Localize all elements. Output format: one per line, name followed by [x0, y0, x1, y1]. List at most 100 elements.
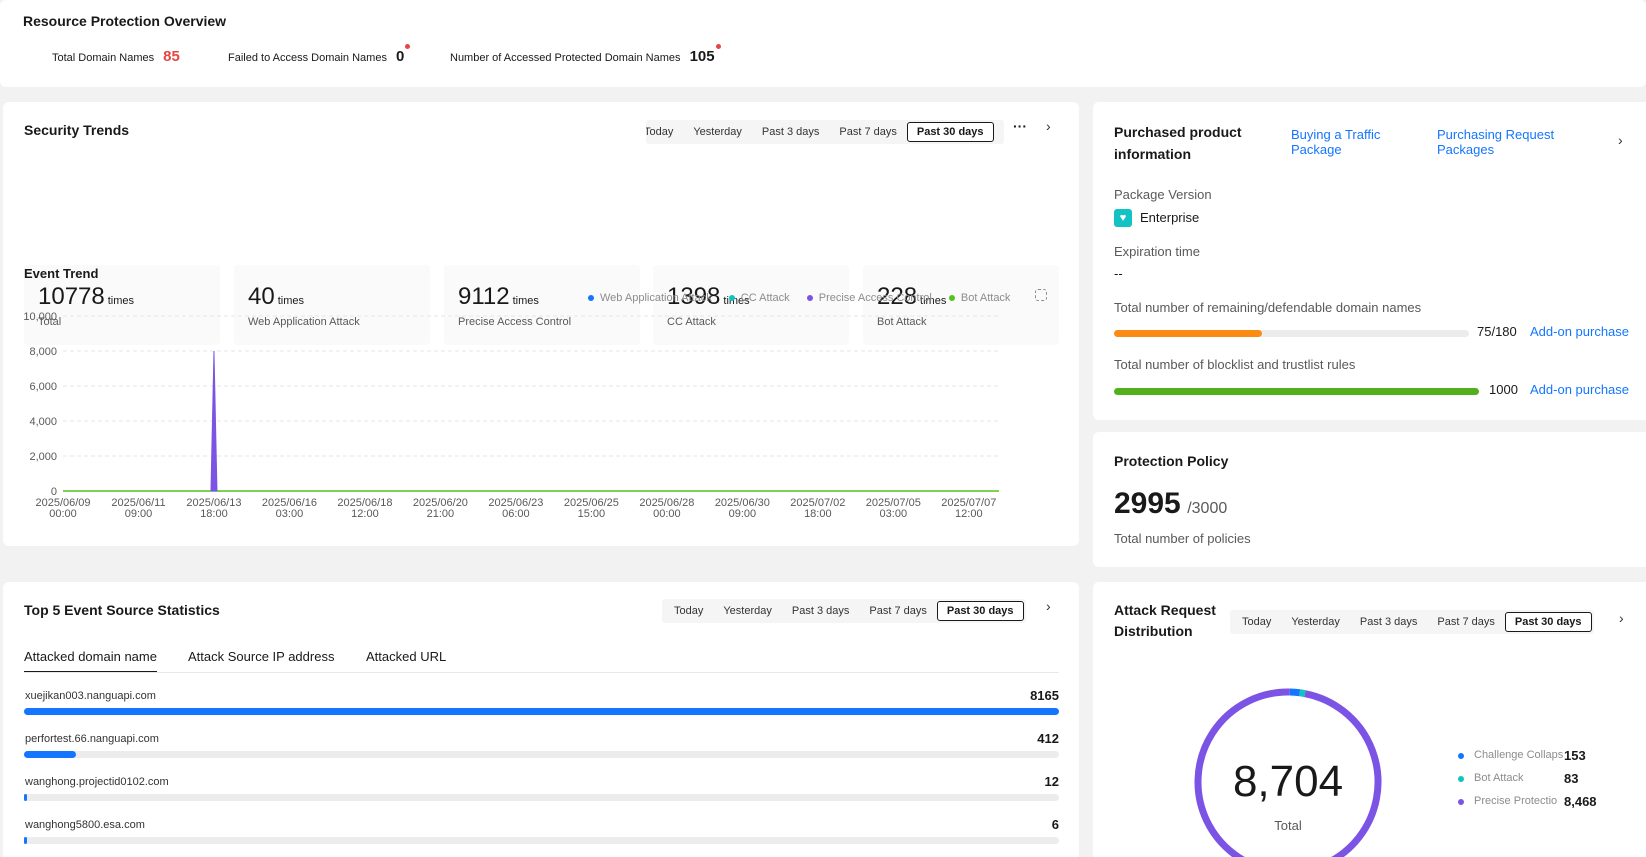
purchased-product-card: Purchased product information Buying a T… [1093, 102, 1646, 420]
failed-domains-value[interactable]: 0 [396, 48, 404, 65]
purchase-request-packages-link[interactable]: Purchasing Request Packages [1437, 127, 1554, 157]
x-tick-label: 09:00 [125, 508, 153, 520]
top5-title: Top 5 Event Source Statistics [24, 602, 220, 618]
legend-label: Bot Attack [1474, 772, 1524, 784]
distribution-legend-item[interactable]: Challenge Collaps 153 [1458, 748, 1638, 765]
legend-value: 8,468 [1564, 794, 1597, 809]
resource-overview-card: Resource Protection Overview Total Domai… [0, 0, 1646, 87]
domains-quota-label: Total number of remaining/defendable dom… [1114, 300, 1422, 315]
top5-row[interactable]: xuejikan003.nanguapi.com 8165 [3, 688, 1079, 730]
alert-dot-icon [405, 44, 411, 49]
period-today[interactable]: Today [646, 122, 683, 142]
tab-attacked-url[interactable]: Attacked URL [366, 649, 446, 664]
period-past-7-days[interactable]: Past 7 days [859, 601, 936, 621]
rules-quota-value: 1000 [1489, 382, 1518, 397]
attack-distribution-donut [1194, 688, 1382, 857]
protection-policy-card: Protection Policy 2995 /3000 Total numbe… [1093, 432, 1646, 567]
distribution-legend-item[interactable]: Precise Protectio 8,468 [1458, 794, 1638, 811]
donut-slice[interactable] [1289, 688, 1301, 697]
fullscreen-icon[interactable] [1035, 289, 1047, 301]
row-domain-name: perfortest.66.nanguapi.com [25, 733, 159, 745]
rules-quota-fill [1114, 388, 1479, 395]
more-icon[interactable]: ··· [1013, 118, 1027, 134]
link-line: Packages [1437, 142, 1495, 157]
x-tick-label: 12:00 [351, 508, 379, 520]
overview-title: Resource Protection Overview [23, 13, 227, 29]
domains-quota-bar [1114, 330, 1469, 337]
security-trends-card: Security Trends Today Yesterday Past 3 d… [3, 102, 1079, 546]
tabs-divider [24, 672, 1059, 673]
donut-slice[interactable] [1299, 689, 1306, 698]
period-past-30-days[interactable]: Past 30 days [906, 122, 994, 142]
x-tick-label: 12:00 [955, 508, 983, 520]
accessed-domains-label: Number of Accessed Protected Domain Name… [450, 52, 681, 64]
domains-quota-fill [1114, 330, 1262, 337]
legend-dot-icon [588, 295, 594, 302]
donut-total-label: Total [1274, 818, 1302, 833]
period-past-3-days[interactable]: Past 3 days [782, 601, 859, 621]
link-line: Buying a Traffic [1291, 127, 1381, 142]
legend-dot-icon [728, 295, 735, 302]
donut-total-value: 8,704 [1232, 757, 1344, 806]
rules-addon-purchase-link[interactable]: Add-on purchase [1530, 382, 1629, 397]
tab-attacked-domain-name[interactable]: Attacked domain name [24, 649, 157, 673]
accessed-domains-value[interactable]: 105 [690, 48, 715, 65]
distribution-legend-item[interactable]: Bot Attack 83 [1458, 771, 1638, 788]
link-line: Package [1291, 142, 1342, 157]
row-bar-fill [24, 794, 27, 801]
period-past-3-days[interactable]: Past 3 days [752, 122, 829, 142]
top5-event-source-card: Top 5 Event Source Statistics Today Yest… [3, 582, 1079, 857]
row-bar-fill [24, 708, 1059, 715]
purchased-title-line1: Purchased product [1114, 124, 1242, 140]
purchased-title: Purchased product information [1114, 121, 1242, 165]
accessed-domains-stat: Number of Accessed Protected Domain Name… [450, 44, 721, 65]
period-yesterday[interactable]: Yesterday [683, 122, 752, 142]
row-bar-track [24, 794, 1059, 801]
period-yesterday[interactable]: Yesterday [713, 601, 782, 621]
tab-attack-source-ip[interactable]: Attack Source IP address [188, 649, 334, 664]
x-tick-label: 00:00 [653, 508, 681, 520]
x-tick-label: 03:00 [276, 508, 304, 520]
period-past-7-days[interactable]: Past 7 days [829, 122, 906, 142]
x-tick-label: 21:00 [427, 508, 455, 520]
period-past-30-days[interactable]: Past 30 days [936, 601, 1024, 621]
failed-domains-stat: Failed to Access Domain Names 0 [228, 44, 411, 65]
event-trend-chart: 10,0008,0006,0004,0002,00002025/06/0900:… [23, 311, 999, 520]
security-trends-title: Security Trends [24, 122, 130, 138]
policy-caption: Total number of policies [1114, 531, 1251, 546]
row-domain-name: wanghong5800.esa.com [25, 819, 145, 831]
policy-count[interactable]: 2995 /3000 [1114, 487, 1227, 521]
y-tick-label: 8,000 [29, 346, 57, 358]
y-tick-label: 10,000 [23, 311, 57, 323]
domains-quota-value: 75/180 [1477, 324, 1517, 339]
legend-label: Challenge Collaps [1474, 749, 1564, 761]
protection-policy-title: Protection Policy [1114, 453, 1229, 469]
total-domains-value[interactable]: 85 [163, 48, 180, 65]
event-trend-title: Event Trend [24, 266, 99, 281]
top5-row[interactable]: wanghong5800.esa.com 6 [3, 817, 1079, 857]
chevron-right-icon[interactable]: › [1046, 118, 1051, 134]
total-domains-stat: Total Domain Names 85 [52, 48, 180, 65]
x-tick-label: 03:00 [880, 508, 908, 520]
row-bar-track [24, 708, 1059, 715]
alert-dot-icon [715, 44, 721, 49]
row-bar-track [24, 751, 1059, 758]
legend-dot-icon [806, 295, 813, 302]
row-bar-fill [24, 837, 27, 844]
chevron-right-icon[interactable]: › [1618, 132, 1623, 148]
total-domains-label: Total Domain Names [52, 52, 155, 64]
purchased-title-line2: information [1114, 146, 1191, 162]
row-bar-fill [24, 751, 77, 758]
top5-row[interactable]: wanghong.projectid0102.com 12 [3, 774, 1079, 816]
domains-addon-purchase-link[interactable]: Add-on purchase [1530, 324, 1629, 339]
chevron-right-icon[interactable]: › [1046, 598, 1051, 614]
buy-traffic-package-link[interactable]: Buying a Traffic Package [1291, 127, 1380, 157]
top5-row[interactable]: perfortest.66.nanguapi.com 412 [3, 731, 1079, 773]
policy-count-value: 2995 [1114, 487, 1181, 520]
period-today[interactable]: Today [664, 601, 713, 621]
legend-dot-icon [1458, 753, 1464, 759]
row-domain-name: wanghong.projectid0102.com [25, 776, 169, 788]
enterprise-badge-icon: ♥ [1114, 209, 1132, 227]
legend-label: Precise Protectio [1474, 795, 1558, 807]
security-period-selector: Today Yesterday Past 3 days Past 7 days … [646, 120, 1004, 144]
